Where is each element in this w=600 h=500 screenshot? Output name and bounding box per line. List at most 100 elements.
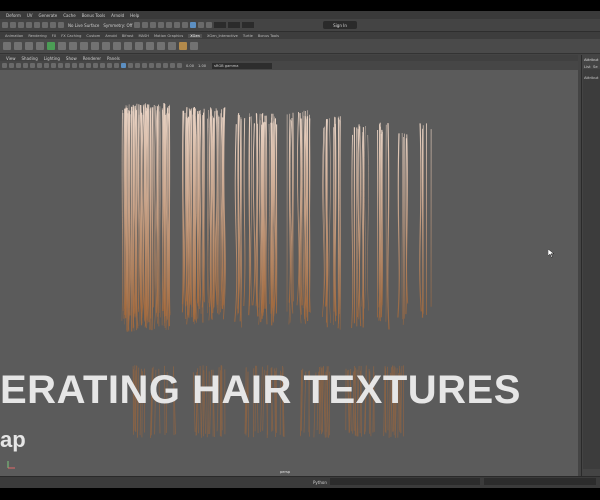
brush-place-icon[interactable] <box>69 42 77 50</box>
density-brush-icon[interactable] <box>190 42 198 50</box>
wireframe-icon[interactable] <box>93 63 98 68</box>
ambient-occlusion-icon[interactable] <box>135 63 140 68</box>
sign-in-button[interactable]: Sign In <box>323 21 357 29</box>
brush-cut-icon[interactable] <box>91 42 99 50</box>
viewport-menu-view[interactable]: View <box>6 56 16 61</box>
select-hierarchy-icon[interactable] <box>2 22 8 28</box>
snap-surface-icon[interactable] <box>58 22 64 28</box>
select-object-icon[interactable] <box>10 22 16 28</box>
anti-alias-icon[interactable] <box>149 63 154 68</box>
command-input[interactable] <box>330 478 480 485</box>
brush-comb-icon[interactable] <box>102 42 110 50</box>
snap-point-icon[interactable] <box>42 22 48 28</box>
shelf-tab-fx[interactable]: FX <box>52 34 57 38</box>
menu-deform[interactable]: Deform <box>6 13 21 18</box>
camera-attr-icon[interactable] <box>198 22 205 28</box>
hair-card-6[interactable] <box>351 124 369 329</box>
xgen-toggle-icon[interactable] <box>36 42 44 50</box>
menu-cache[interactable]: Cache <box>63 13 75 18</box>
shadows-icon[interactable] <box>128 63 133 68</box>
groom-create-icon[interactable] <box>47 42 55 50</box>
hair-card-1[interactable] <box>121 102 171 332</box>
xray-joints-icon[interactable] <box>177 63 182 68</box>
lights-icon[interactable] <box>121 63 126 68</box>
shelf-tab-fx-caching[interactable]: FX Caching <box>61 34 81 38</box>
snap-curve-icon[interactable] <box>34 22 40 28</box>
hair-card-7[interactable] <box>377 122 390 330</box>
viewport-menu-shading[interactable]: Shading <box>22 56 38 61</box>
3d-viewport[interactable] <box>0 70 578 476</box>
camera-select-icon[interactable] <box>190 22 197 28</box>
grease-pencil-icon[interactable] <box>37 63 42 68</box>
image-plane-icon[interactable] <box>23 63 28 68</box>
brush-noise-icon[interactable] <box>135 42 143 50</box>
history-icon[interactable] <box>134 22 141 28</box>
hair-card-3[interactable] <box>234 113 278 328</box>
arnold-render-icon[interactable] <box>182 22 189 28</box>
depth-of-field-icon[interactable] <box>156 63 161 68</box>
brush-grab-icon[interactable] <box>113 42 121 50</box>
ipr-icon[interactable] <box>150 22 157 28</box>
gate-mask-icon[interactable] <box>65 63 70 68</box>
render-frame-icon[interactable] <box>142 22 149 28</box>
safe-action-icon[interactable] <box>79 63 84 68</box>
shelf-tab-bonus-tools[interactable]: Bonus Tools <box>258 34 279 38</box>
brush-smooth-icon[interactable] <box>124 42 132 50</box>
menu-uv[interactable]: UV <box>27 13 33 18</box>
time-field-1[interactable] <box>214 22 227 28</box>
xgen-create-icon[interactable] <box>14 42 22 50</box>
render-view-icon[interactable] <box>174 22 181 28</box>
shelf-tab-custom[interactable]: Custom <box>86 34 100 38</box>
shelf-tab-bifrost[interactable]: Bifrost <box>122 34 134 38</box>
groom-tool-icon[interactable] <box>58 42 66 50</box>
resolution-gate-icon[interactable] <box>58 63 63 68</box>
2d-pan-icon[interactable] <box>30 63 35 68</box>
hair-card-4[interactable] <box>286 110 311 325</box>
shelf-tab-motion-graphics[interactable]: Motion Graphics <box>154 34 183 38</box>
menu-generate[interactable]: Generate <box>39 13 58 18</box>
film-gate-icon[interactable] <box>51 63 56 68</box>
snap-view-icon[interactable] <box>50 22 56 28</box>
hair-card-5[interactable] <box>321 116 341 330</box>
motion-blur-icon[interactable] <box>142 63 147 68</box>
smooth-shade-icon[interactable] <box>100 63 105 68</box>
shelf-tab-mash[interactable]: MASH <box>138 34 149 38</box>
default-material-icon[interactable] <box>107 63 112 68</box>
shelf-tab-xgen-interactive[interactable]: XGen_Interactive <box>207 34 238 38</box>
shelf-tab-animation[interactable]: Animation <box>5 34 23 38</box>
render-settings-icon[interactable] <box>158 22 165 28</box>
time-field-2[interactable] <box>228 22 241 28</box>
grid-icon[interactable] <box>44 63 49 68</box>
shelf-tab-arnold[interactable]: Arnold <box>105 34 117 38</box>
safe-title-icon[interactable] <box>86 63 91 68</box>
select-component-icon[interactable] <box>18 22 24 28</box>
xray-icon[interactable] <box>170 63 175 68</box>
viewport-menu-lighting[interactable]: Lighting <box>44 56 60 61</box>
hair-card-8[interactable] <box>397 132 409 325</box>
shelf-tab-xgen[interactable]: XGen <box>188 33 202 38</box>
shelf-tab-turtle[interactable]: Turtle <box>243 34 253 38</box>
brush-freeze-icon[interactable] <box>168 42 176 50</box>
color-space-dropdown[interactable]: sRGB gamma <box>212 62 273 69</box>
xgen-editor-icon[interactable] <box>3 42 11 50</box>
hair-card-9[interactable] <box>419 123 432 318</box>
snap-grid-icon[interactable] <box>26 22 32 28</box>
textured-icon[interactable] <box>114 63 119 68</box>
exposure-value[interactable]: 0.00 <box>186 64 194 68</box>
shelf-tab-rendering[interactable]: Rendering <box>28 34 46 38</box>
menu-help[interactable]: Help <box>130 13 139 18</box>
hypershade-icon[interactable] <box>166 22 173 28</box>
xgen-library-icon[interactable] <box>25 42 33 50</box>
guide-icon[interactable] <box>179 42 187 50</box>
command-language-label[interactable]: Python <box>313 480 327 485</box>
brush-clump-icon[interactable] <box>146 42 154 50</box>
brush-length-icon[interactable] <box>80 42 88 50</box>
bookmarks-icon[interactable] <box>16 63 21 68</box>
symmetry-label[interactable]: Symmetry: Off <box>103 23 132 28</box>
field-chart-icon[interactable] <box>72 63 77 68</box>
gamma-value[interactable]: 1.00 <box>198 64 206 68</box>
menu-bonus-tools[interactable]: Bonus Tools <box>82 13 105 18</box>
brush-part-icon[interactable] <box>157 42 165 50</box>
viewport-menu-renderer[interactable]: Renderer <box>83 56 101 61</box>
camera-attributes-icon[interactable] <box>9 63 14 68</box>
